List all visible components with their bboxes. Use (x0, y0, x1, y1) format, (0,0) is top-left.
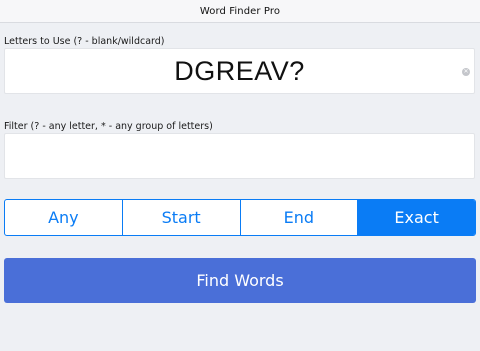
filter-input-box[interactable] (4, 133, 475, 179)
filter-label: Filter (? - any letter, * - any group of… (4, 121, 213, 132)
mode-end-segment[interactable]: End (241, 200, 359, 235)
app-title: Word Finder Pro (199, 5, 281, 17)
match-mode-control: Any Start End Exact (4, 199, 476, 236)
letters-input[interactable]: DGREAV? ✕ (4, 48, 475, 94)
clear-circle-icon[interactable]: ✕ (462, 68, 470, 76)
mode-start-segment[interactable]: Start (123, 200, 241, 235)
letters-label: Letters to Use (? - blank/wildcard) (4, 36, 165, 47)
title-bar: Word Finder Pro (0, 0, 480, 23)
find-words-button[interactable]: Find Words (4, 258, 476, 303)
mode-any-segment[interactable]: Any (5, 200, 123, 235)
letters-value: DGREAV? (174, 55, 305, 86)
mode-exact-segment[interactable]: Exact (358, 200, 475, 235)
filter-input[interactable] (5, 134, 474, 178)
